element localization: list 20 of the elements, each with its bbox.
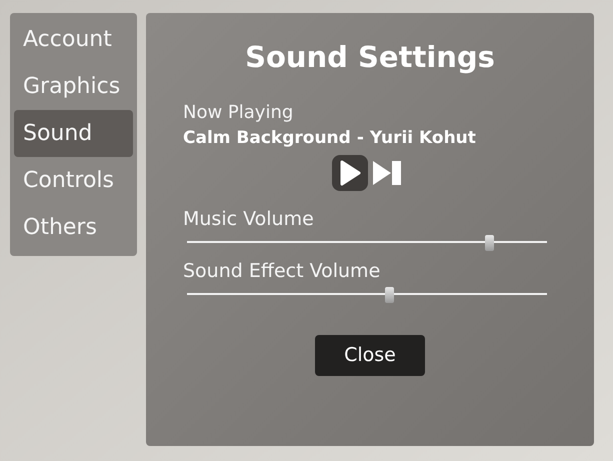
- volume-slider[interactable]: [187, 235, 547, 249]
- track-title: Calm Background: [183, 127, 351, 150]
- slider-label: Music Volume: [183, 207, 315, 231]
- slider-label: Sound Effect Volume: [183, 259, 382, 283]
- volume-slider[interactable]: [187, 287, 547, 301]
- sidebar-item[interactable]: Account: [14, 16, 133, 63]
- sidebar-item[interactable]: Controls: [14, 157, 133, 204]
- sidebar-item[interactable]: Others: [14, 204, 133, 251]
- play-button[interactable]: [332, 155, 368, 191]
- artist-name: Yurii Kohut: [370, 127, 476, 150]
- now-playing-label: Now Playing: [183, 101, 294, 125]
- skip-forward-icon[interactable]: [372, 159, 402, 187]
- slider-thumb[interactable]: [384, 287, 394, 303]
- close-button[interactable]: Close: [315, 335, 425, 376]
- play-icon: [339, 160, 361, 186]
- sidebar-item[interactable]: Sound: [14, 110, 133, 157]
- sidebar-item[interactable]: Graphics: [14, 63, 133, 110]
- separator: -: [356, 127, 364, 150]
- panel-title: Sound Settings: [245, 39, 495, 76]
- slider-thumb[interactable]: [485, 235, 494, 251]
